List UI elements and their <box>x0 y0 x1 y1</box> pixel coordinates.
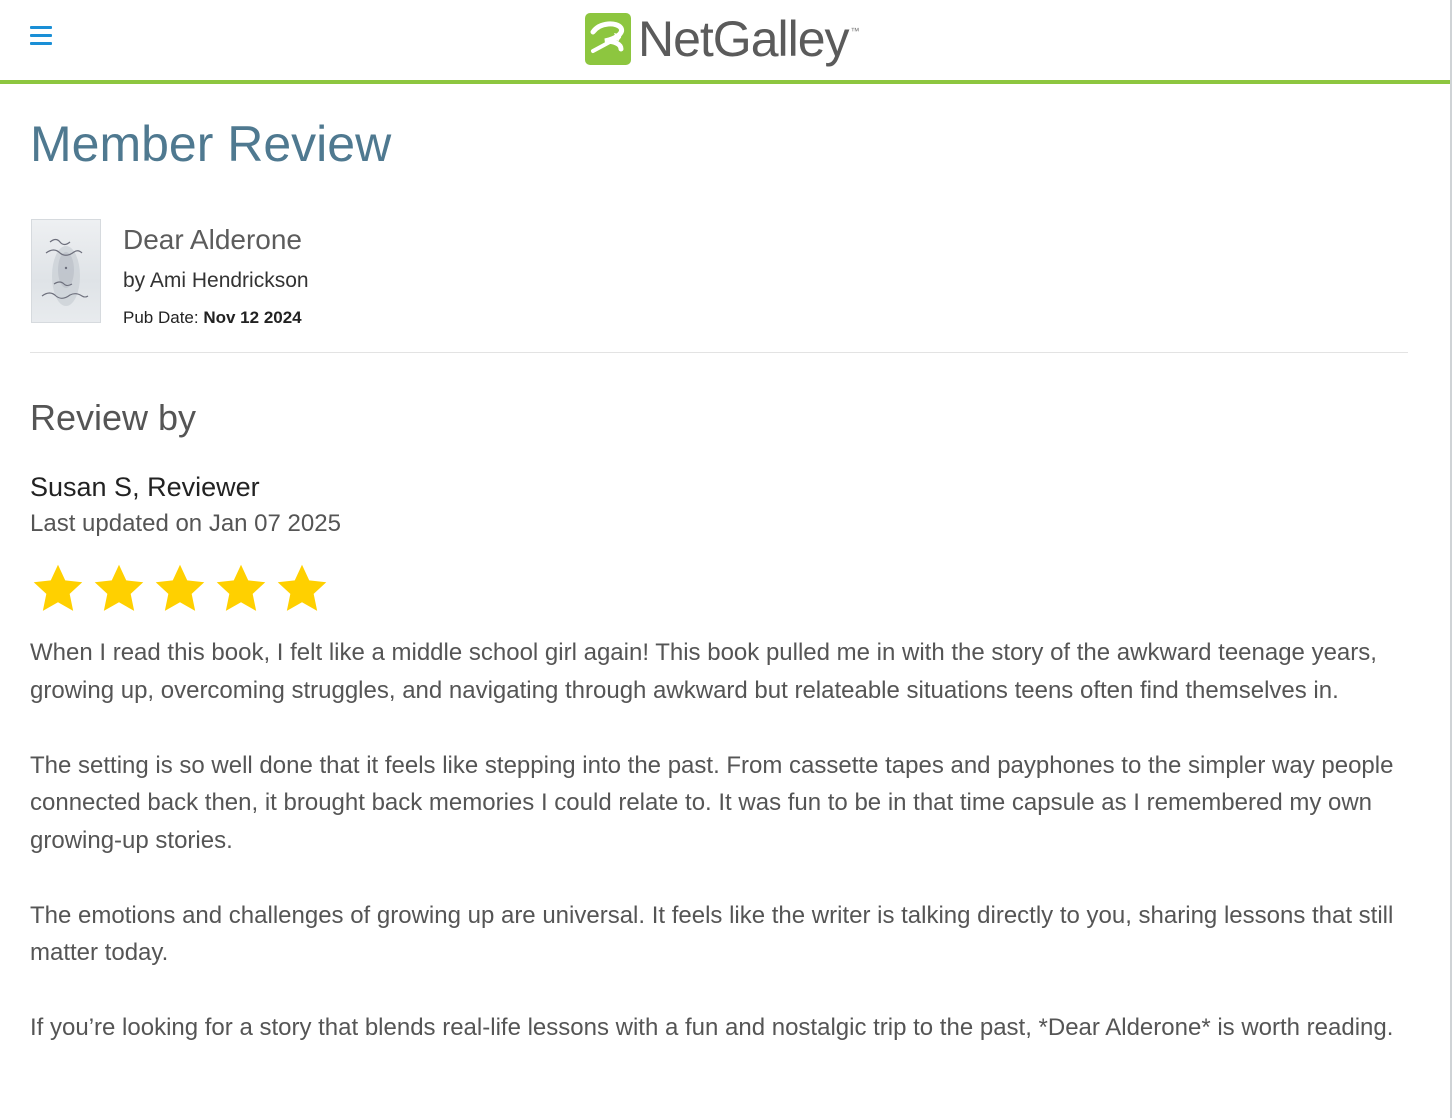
book-author: by Ami Hendrickson <box>123 269 309 292</box>
menu-bar <box>30 34 52 37</box>
star-icon <box>155 564 205 611</box>
logo-wordmark: NetGalley <box>638 11 850 67</box>
star-icon <box>94 564 144 611</box>
last-updated: Last updated on Jan 07 2025 <box>30 510 341 537</box>
review-text: When I read this book, I felt like a mid… <box>30 634 1420 1084</box>
star-icon <box>277 564 327 611</box>
star-icon <box>216 564 266 611</box>
site-header: NetGalley ™ <box>0 0 1450 80</box>
review-paragraph: The setting is so well done that it feel… <box>30 751 1394 854</box>
hamburger-menu-icon[interactable] <box>30 26 52 50</box>
header-accent-rule <box>0 80 1450 84</box>
review-heading: Review by <box>30 397 197 438</box>
page: NetGalley ™ Member Review Dear Alderone … <box>0 0 1456 1118</box>
trademark-mark: ™ <box>850 26 860 36</box>
menu-bar <box>30 26 52 29</box>
star-icon <box>33 564 83 611</box>
pub-date: Pub Date: Nov 12 2024 <box>123 306 302 330</box>
book-title[interactable]: Dear Alderone <box>123 222 302 258</box>
pub-date-value: Nov 12 2024 <box>203 308 302 327</box>
review-paragraph: When I read this book, I felt like a mid… <box>30 639 1377 704</box>
star-rating <box>30 561 335 617</box>
review-paragraph: If you’re looking for a story that blend… <box>30 1014 1394 1041</box>
pub-date-label: Pub Date: <box>123 308 199 327</box>
book-cover-image[interactable] <box>32 220 100 322</box>
book-cover-art <box>41 238 89 306</box>
netgalley-logo[interactable]: NetGalley ™ <box>584 8 860 70</box>
window-edge <box>1450 0 1452 1118</box>
menu-bar <box>30 42 52 45</box>
netgalley-logo-mark-icon <box>585 13 631 65</box>
review-paragraph: The emotions and challenges of growing u… <box>30 901 1394 967</box>
section-divider <box>30 352 1408 353</box>
page-title: Member Review <box>30 116 392 172</box>
reviewer-name: Susan S, Reviewer <box>30 472 260 502</box>
